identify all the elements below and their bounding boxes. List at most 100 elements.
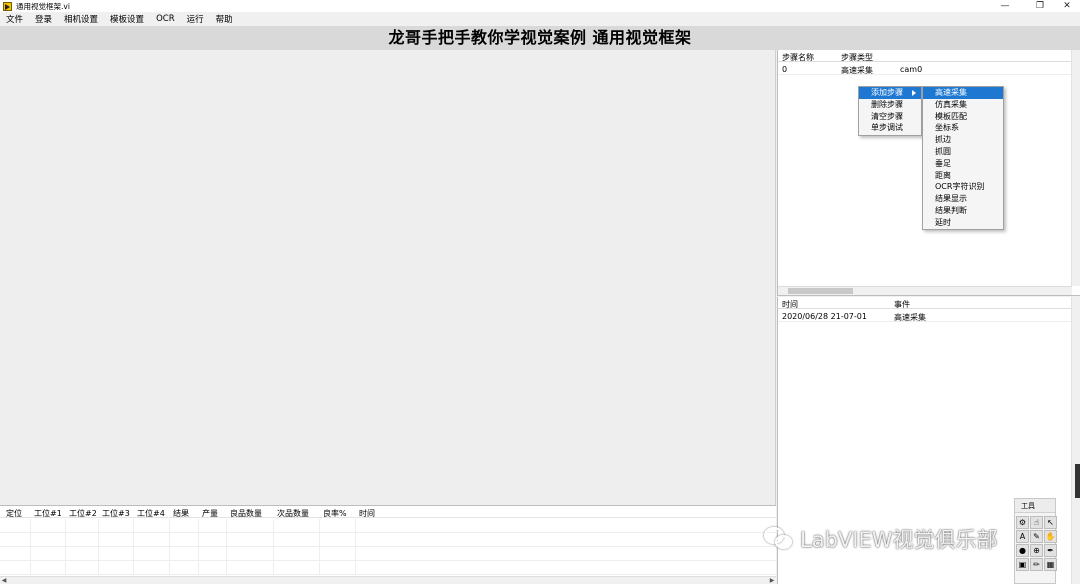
- table-row[interactable]: 0 高速采集 cam0: [778, 62, 1080, 75]
- menu-template-settings[interactable]: 模板设置: [104, 13, 150, 25]
- col-header-result: 结果: [173, 509, 189, 518]
- menu-item-single-step-debug[interactable]: 单步调试: [859, 122, 921, 134]
- submenu-item-perpendicular[interactable]: 垂足: [923, 158, 1003, 170]
- labview-icon: [3, 1, 12, 11]
- add-step-submenu: 高速采集 仿真采集 模板匹配 坐标系 抓边 抓圆 垂足 距离 OCR字符识别 结…: [922, 86, 1004, 230]
- col-header-yield: 良率%: [323, 509, 347, 518]
- position-tool-icon[interactable]: ↖: [1044, 516, 1057, 529]
- app-window: 通用视觉框架.vi — ❐ ✕ 文件 登录 相机设置 模板设置 OCR 运行 帮…: [0, 0, 1080, 584]
- event-name-cell: 高速采集: [894, 313, 926, 322]
- scroll-thumb[interactable]: [788, 288, 853, 294]
- scroll-right-icon[interactable]: ▶: [768, 577, 776, 584]
- column-divider: [98, 519, 99, 575]
- column-divider: [133, 519, 134, 575]
- operate-tool-icon[interactable]: ☝: [1030, 516, 1043, 529]
- wiring-tool-icon[interactable]: ✎: [1030, 530, 1043, 543]
- step-name-cell: 0: [782, 65, 788, 74]
- column-divider: [273, 519, 274, 575]
- submenu-item-result-display[interactable]: 结果显示: [923, 193, 1003, 205]
- window-title: 通用视觉框架.vi: [16, 1, 70, 11]
- col-header-station4: 工位#4: [137, 509, 165, 518]
- menu-item-add-step[interactable]: 添加步骤: [859, 87, 921, 99]
- column-divider: [226, 519, 227, 575]
- submenu-item-edge-find[interactable]: 抓边: [923, 134, 1003, 146]
- col-header-locate: 定位: [6, 509, 22, 518]
- table-row: [0, 561, 776, 575]
- col-header-station2: 工位#2: [69, 509, 97, 518]
- restore-button[interactable]: ❐: [1025, 0, 1055, 12]
- step-type-cell: 高速采集: [841, 66, 873, 75]
- submenu-item-coordinate-system[interactable]: 坐标系: [923, 122, 1003, 134]
- tool-grid: ⚙ ☝ ↖ A ✎ ✋ ● ⊕ ✒ ▣ ✏ ▦: [1015, 513, 1057, 571]
- results-horizontal-scrollbar[interactable]: ◀ ▶: [0, 576, 776, 584]
- column-divider: [65, 519, 66, 575]
- close-button[interactable]: ✕: [1052, 0, 1080, 12]
- event-time-cell: 2020/06/28 21-07-01: [782, 312, 867, 321]
- probe-tool-icon[interactable]: ⊕: [1030, 544, 1043, 557]
- menu-login[interactable]: 登录: [29, 13, 58, 25]
- results-table-header: 定位 工位#1 工位#2 工位#3 工位#4 结果 产量 良品数量 次品数量 良…: [0, 506, 776, 518]
- column-divider: [169, 519, 170, 575]
- results-table-body: [0, 519, 776, 575]
- submenu-item-ocr[interactable]: OCR字符识别: [923, 181, 1003, 193]
- submenu-item-template-match[interactable]: 模板匹配: [923, 111, 1003, 123]
- wechat-bubble-small-icon: [775, 535, 792, 549]
- scroll-tool-icon[interactable]: ✋: [1044, 530, 1057, 543]
- image-display[interactable]: [0, 50, 776, 505]
- auto-tool-icon[interactable]: ⚙: [1016, 516, 1029, 529]
- step-table-header: 步骤名称 步骤类型: [778, 50, 1080, 62]
- wechat-icon: [762, 525, 796, 553]
- scroll-left-icon[interactable]: ◀: [0, 577, 8, 584]
- menu-item-label: 添加步骤: [871, 88, 903, 97]
- watermark-text: LabVIEW视觉俱乐部: [800, 528, 998, 552]
- table-row: [0, 519, 776, 533]
- pen-tool-icon[interactable]: ✏: [1030, 558, 1043, 571]
- column-divider: [355, 519, 356, 575]
- table-row: [0, 533, 776, 547]
- submenu-arrow-icon: [912, 90, 916, 96]
- col-header-good-count: 良品数量: [230, 509, 262, 518]
- tools-palette-title: 工具: [1015, 499, 1055, 513]
- menu-ocr[interactable]: OCR: [150, 14, 181, 24]
- column-divider: [198, 519, 199, 575]
- submenu-item-delay[interactable]: 延时: [923, 217, 1003, 229]
- watermark: LabVIEW视觉俱乐部: [762, 524, 998, 554]
- event-table-header: 时间 事件: [778, 297, 1080, 309]
- menu-help[interactable]: 帮助: [210, 13, 239, 25]
- col-header-time: 时间: [359, 509, 375, 518]
- submenu-item-distance[interactable]: 距离: [923, 170, 1003, 182]
- color-tool-icon[interactable]: ▣: [1016, 558, 1029, 571]
- breakpoint-tool-icon[interactable]: ●: [1016, 544, 1029, 557]
- submenu-item-result-judge[interactable]: 结果判断: [923, 205, 1003, 217]
- menu-item-clear-steps[interactable]: 清空步骤: [859, 111, 921, 123]
- table-row[interactable]: 2020/06/28 21-07-01 高速采集: [778, 309, 1080, 322]
- col-header-defect-count: 次品数量: [277, 509, 309, 518]
- submenu-item-circle-find[interactable]: 抓圆: [923, 146, 1003, 158]
- results-table[interactable]: 定位 工位#1 工位#2 工位#3 工位#4 结果 产量 良品数量 次品数量 良…: [0, 505, 776, 584]
- menu-run[interactable]: 运行: [181, 13, 210, 25]
- window-scroll-indicator[interactable]: [1075, 464, 1080, 498]
- step-vertical-scrollbar[interactable]: [1071, 50, 1080, 286]
- col-header-station3: 工位#3: [102, 509, 130, 518]
- title-bar: 通用视觉框架.vi — ❐ ✕: [0, 0, 1080, 12]
- minimize-button[interactable]: —: [990, 0, 1020, 12]
- column-divider: [30, 519, 31, 575]
- step-context-menu: 添加步骤 删除步骤 清空步骤 单步调试: [858, 86, 922, 136]
- submenu-item-high-speed-capture[interactable]: 高速采集: [923, 87, 1003, 99]
- color-copy-tool-icon[interactable]: ✒: [1044, 544, 1057, 557]
- event-vertical-scrollbar[interactable]: [1071, 297, 1080, 584]
- step-horizontal-scrollbar[interactable]: [778, 286, 1072, 295]
- page-title: 龙哥手把手教你学视觉案例 通用视觉框架: [0, 26, 1080, 50]
- table-row: [0, 547, 776, 561]
- col-header-station1: 工位#1: [34, 509, 62, 518]
- column-divider: [319, 519, 320, 575]
- tools-palette: 工具 ⚙ ☝ ↖ A ✎ ✋ ● ⊕ ✒ ▣ ✏ ▦: [1014, 498, 1057, 584]
- menu-camera-settings[interactable]: 相机设置: [58, 13, 104, 25]
- menu-item-delete-step[interactable]: 删除步骤: [859, 99, 921, 111]
- menu-file[interactable]: 文件: [0, 13, 29, 25]
- menu-bar: 文件 登录 相机设置 模板设置 OCR 运行 帮助: [0, 12, 1080, 25]
- shortcut-tool-icon[interactable]: ▦: [1044, 558, 1057, 571]
- text-tool-icon[interactable]: A: [1016, 530, 1029, 543]
- col-header-output: 产量: [202, 509, 218, 518]
- submenu-item-simulated-capture[interactable]: 仿真采集: [923, 99, 1003, 111]
